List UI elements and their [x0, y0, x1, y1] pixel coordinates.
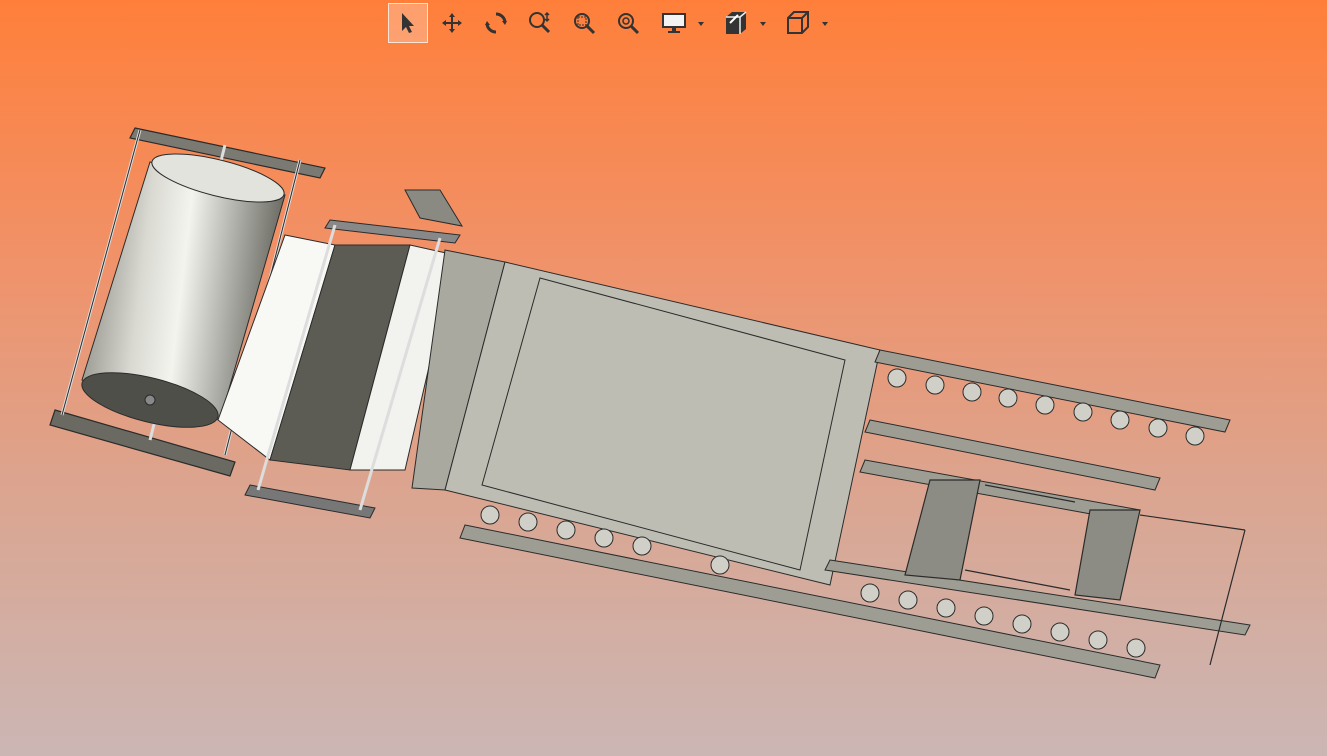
- chevron-down-icon: [760, 22, 766, 26]
- select-pointer-icon: [402, 13, 414, 33]
- zoom-fit-icon: [618, 13, 640, 35]
- rotate-button[interactable]: [476, 3, 516, 43]
- zoom-button[interactable]: [520, 3, 560, 43]
- view-toolbar: [388, 2, 834, 44]
- pan-button[interactable]: [432, 3, 472, 43]
- 3d-model-viewport[interactable]: [0, 50, 1327, 756]
- select-button[interactable]: [388, 3, 428, 43]
- chevron-down-icon: [822, 22, 828, 26]
- section-view-icon: [726, 11, 747, 34]
- chevron-down-icon: [698, 22, 704, 26]
- view-orientation-button[interactable]: [776, 3, 834, 43]
- pan-move-icon: [442, 13, 462, 33]
- cube-view-icon: [787, 11, 809, 34]
- zoom-icon: [529, 11, 551, 34]
- cad-viewer: { "toolbar": { "buttons": [ {"id": "sele…: [0, 0, 1327, 756]
- zoom-window-button[interactable]: [564, 3, 604, 43]
- rotate-icon: [485, 12, 507, 34]
- zoom-window-icon: [574, 13, 596, 35]
- monitor-icon: [662, 13, 686, 33]
- section-view-button[interactable]: [714, 3, 772, 43]
- zoom-fit-button[interactable]: [608, 3, 648, 43]
- display-mode-button[interactable]: [652, 3, 710, 43]
